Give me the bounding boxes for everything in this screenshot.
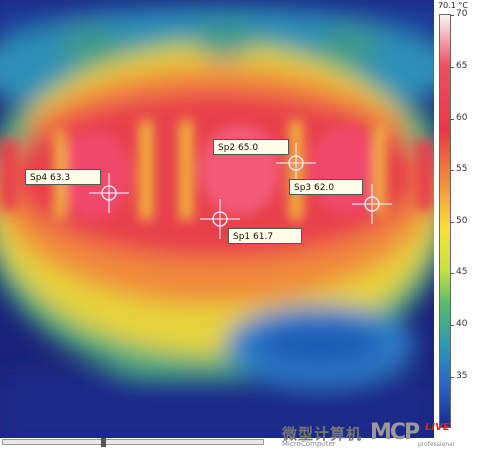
crosshair-icon [200,199,240,239]
live-logo: LIVE [425,422,450,433]
scale-tick: 50 [456,216,468,226]
watermark-sub: MicroComputer [282,440,336,448]
scale-tick: 70 [456,9,468,19]
scrollbar-thumb[interactable] [101,438,106,447]
scale-tick: 55 [456,164,468,174]
crosshair-icon [89,173,129,213]
scale-tick: 40 [456,319,468,329]
professional-label: professional [418,441,455,448]
scale-tick: 65 [456,61,468,71]
crosshair-icon [352,184,392,224]
scale-tick: 60 [456,113,468,123]
scale-tick: 45 [456,267,468,277]
crosshair-icon [276,143,316,183]
temperature-scale: 70.1 °C 70 65 60 55 50 45 40 35 [436,0,479,438]
horizontal-scrollbar[interactable] [2,438,264,447]
mcp-logo: MCP [370,420,420,445]
color-scale-bar [439,14,451,428]
scale-tick: 35 [456,371,468,381]
